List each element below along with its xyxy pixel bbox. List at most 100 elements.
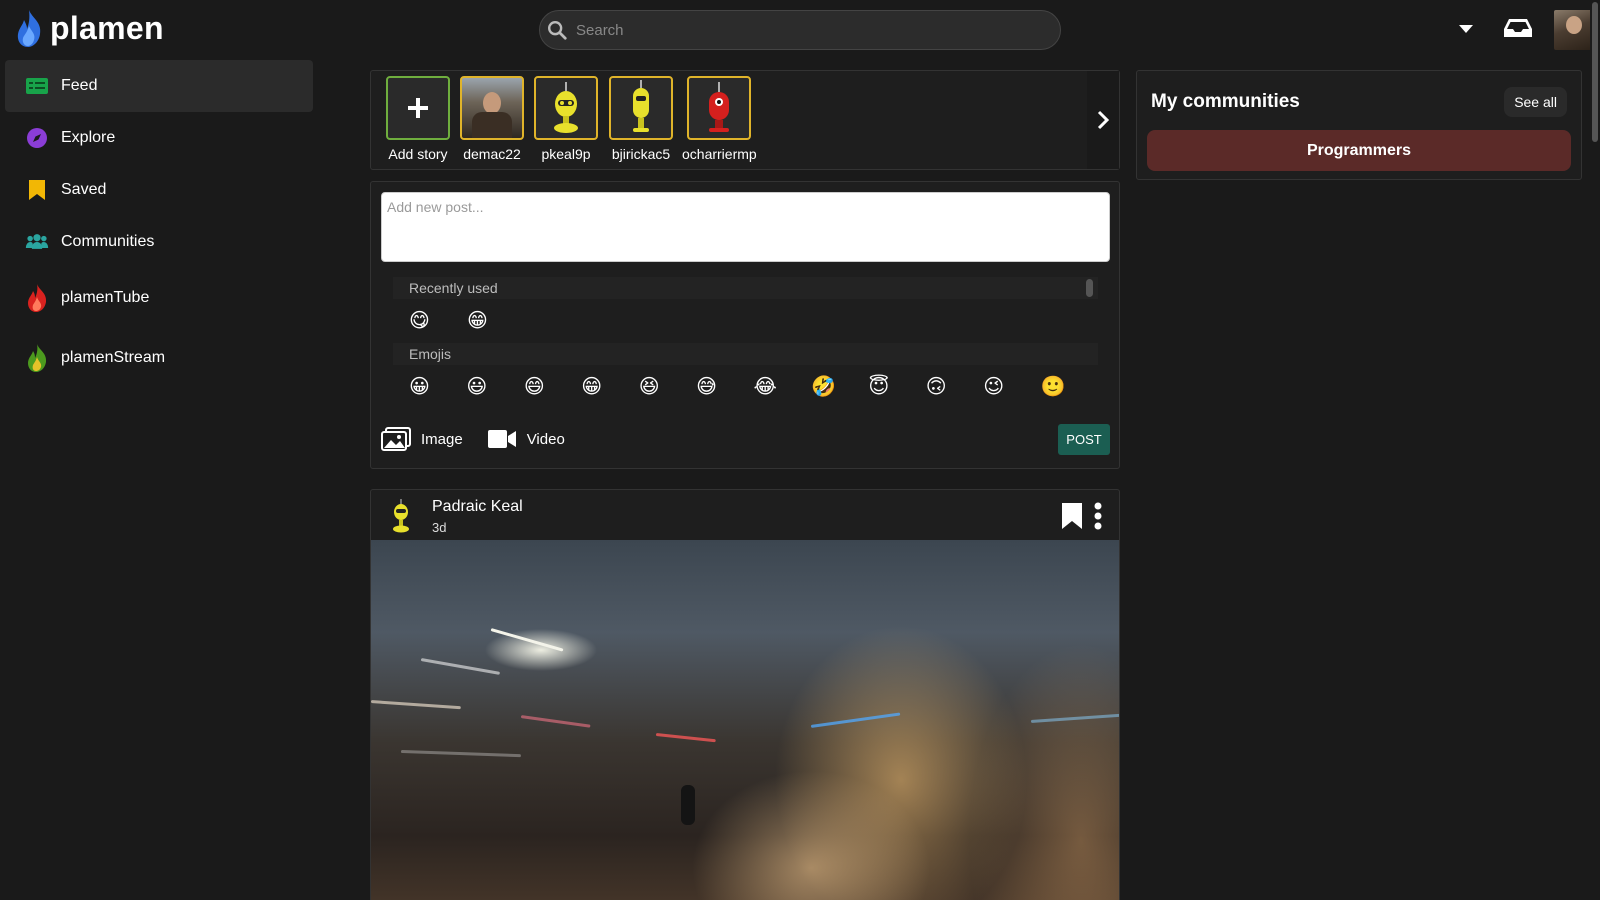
story-name: ocharriermp bbox=[682, 146, 757, 162]
caret-down-icon[interactable] bbox=[1458, 24, 1474, 34]
robot-icon bbox=[554, 82, 578, 133]
story-body bbox=[472, 112, 512, 138]
post-composer: Recently used 😋 😁 Emojis 😀 😃 😄 😁 😆 😅 😂 🤣… bbox=[370, 181, 1120, 469]
post-header: Padraic Keal 3d bbox=[371, 490, 1119, 540]
story-item[interactable]: ocharriermp bbox=[682, 76, 757, 162]
stories-next-button[interactable] bbox=[1087, 71, 1119, 169]
story-thumb bbox=[687, 76, 752, 140]
image-icon bbox=[381, 427, 411, 451]
light-streak bbox=[371, 700, 461, 710]
emoji-button[interactable]: 😀 bbox=[409, 377, 466, 397]
emoji-button[interactable]: 😋 bbox=[409, 311, 467, 331]
user-avatar[interactable] bbox=[1554, 10, 1594, 50]
add-image-button[interactable]: Image bbox=[381, 427, 463, 451]
page-scrollbar[interactable] bbox=[1590, 0, 1600, 900]
communities-heading: My communities bbox=[1151, 91, 1300, 112]
feed-icon bbox=[25, 74, 49, 98]
green-flame-icon bbox=[25, 344, 49, 372]
sidebar-item-communities[interactable]: Communities bbox=[5, 216, 313, 268]
app-name: plamen bbox=[50, 9, 164, 46]
image-label: Image bbox=[421, 430, 463, 448]
emoji-button[interactable]: 😁 bbox=[581, 377, 638, 397]
emoji-button[interactable]: 😉 bbox=[983, 377, 1040, 397]
story-name: bjirickac5 bbox=[611, 146, 671, 162]
see-all-button[interactable]: See all bbox=[1504, 87, 1567, 117]
sidebar-item-label: plamenTube bbox=[61, 289, 150, 306]
composer-actions: Image Video POST bbox=[381, 421, 1110, 457]
video-icon bbox=[487, 430, 516, 448]
emoji-button[interactable]: 😁 bbox=[467, 311, 525, 331]
flame-logo-icon bbox=[17, 10, 41, 47]
emoji-scrollbar[interactable] bbox=[1086, 279, 1093, 297]
street-glow bbox=[691, 770, 931, 900]
emoji-button[interactable]: 🙃 bbox=[926, 377, 983, 397]
feed-post: Padraic Keal 3d bbox=[370, 489, 1120, 900]
recent-emoji-row: 😋 😁 bbox=[393, 299, 1098, 343]
chevron-right-icon bbox=[1097, 110, 1110, 130]
emoji-button[interactable]: 😆 bbox=[639, 377, 696, 397]
search-icon bbox=[548, 21, 567, 40]
plus-icon bbox=[408, 98, 428, 118]
light-streak bbox=[400, 750, 521, 758]
post-author-name[interactable]: Padraic Keal bbox=[432, 498, 523, 516]
emoji-row: 😀 😃 😄 😁 😆 😅 😂 🤣 😇 🙃 😉 🙂 bbox=[393, 365, 1098, 407]
emoji-button[interactable]: 🤣 bbox=[811, 377, 868, 397]
light-streak bbox=[1030, 713, 1119, 723]
story-thumb bbox=[460, 76, 524, 140]
my-communities-panel: My communities See all Programmers bbox=[1136, 70, 1582, 180]
post-image[interactable] bbox=[371, 540, 1119, 900]
robot-icon bbox=[633, 80, 649, 132]
story-name: demac22 bbox=[463, 146, 521, 162]
add-video-button[interactable]: Video bbox=[487, 429, 565, 449]
sidebar-item-label: Explore bbox=[61, 129, 116, 146]
emoji-button[interactable]: 😃 bbox=[466, 377, 523, 397]
video-label: Video bbox=[526, 430, 565, 448]
author-avatar[interactable] bbox=[387, 498, 415, 534]
robot-icon bbox=[709, 82, 730, 132]
post-button[interactable]: POST bbox=[1058, 423, 1110, 455]
light-streak bbox=[520, 715, 591, 728]
emoji-category-emojis: Emojis bbox=[393, 343, 1098, 365]
page-scrollbar-thumb[interactable] bbox=[1592, 2, 1598, 142]
story-item[interactable]: pkeal9p bbox=[534, 76, 598, 162]
sidebar-item-saved[interactable]: Saved bbox=[5, 164, 313, 216]
light-streak bbox=[810, 712, 901, 728]
story-item[interactable]: demac22 bbox=[460, 76, 524, 162]
search-input[interactable] bbox=[576, 21, 1036, 39]
app-logo[interactable]: plamen bbox=[14, 8, 164, 48]
bookmark-icon[interactable] bbox=[1061, 502, 1083, 530]
emoji-button[interactable]: 😇 bbox=[868, 377, 925, 397]
light-streak bbox=[490, 628, 564, 652]
inbox-icon[interactable] bbox=[1503, 16, 1533, 40]
post-timestamp: 3d bbox=[432, 520, 447, 535]
emoji-button[interactable]: 🙂 bbox=[1041, 377, 1098, 397]
sidebar-nav: Feed Explore Saved Communities plamenTub… bbox=[0, 60, 320, 388]
users-icon bbox=[25, 230, 49, 254]
sidebar-item-label: Feed bbox=[61, 77, 98, 94]
story-name: Add story bbox=[388, 146, 448, 162]
sidebar-item-plamenstream[interactable]: plamenStream bbox=[5, 328, 313, 388]
search-bar[interactable] bbox=[539, 10, 1061, 50]
light-streak bbox=[655, 733, 716, 743]
story-name: pkeal9p bbox=[541, 146, 591, 162]
story-face bbox=[483, 92, 501, 114]
story-item[interactable]: bjirickac5 bbox=[609, 76, 673, 162]
add-story-thumb bbox=[386, 76, 450, 140]
sidebar-item-explore[interactable]: Explore bbox=[5, 112, 313, 164]
sidebar-item-label: plamenStream bbox=[61, 349, 166, 366]
emoji-picker: Recently used 😋 😁 Emojis 😀 😃 😄 😁 😆 😅 😂 🤣… bbox=[393, 277, 1098, 407]
more-options-icon[interactable] bbox=[1093, 502, 1103, 530]
emoji-button[interactable]: 😂 bbox=[754, 377, 811, 397]
add-story-button[interactable]: Add story bbox=[386, 76, 450, 162]
emoji-button[interactable]: 😄 bbox=[524, 377, 581, 397]
stories-bar: Add story demac22 pkeal9p bjirickac5 och… bbox=[370, 70, 1120, 170]
top-right-controls bbox=[1420, 8, 1600, 52]
sidebar-item-plamentube[interactable]: plamenTube bbox=[5, 268, 313, 328]
sidebar-item-feed[interactable]: Feed bbox=[5, 60, 313, 112]
emoji-button[interactable]: 😅 bbox=[696, 377, 753, 397]
story-thumb bbox=[609, 76, 673, 140]
story-thumb bbox=[534, 76, 598, 140]
community-item[interactable]: Programmers bbox=[1147, 130, 1571, 171]
red-flame-icon bbox=[25, 284, 49, 312]
new-post-input[interactable] bbox=[381, 192, 1110, 262]
